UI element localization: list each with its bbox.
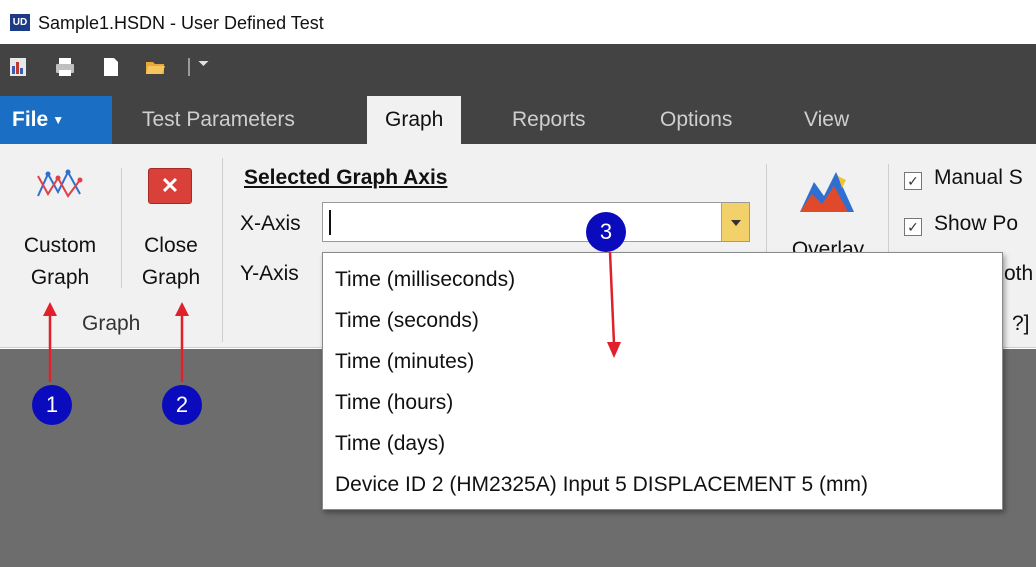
- arrow-1: [43, 302, 57, 382]
- arrow-3: [607, 251, 621, 358]
- annotation-arrows: [43, 251, 621, 382]
- callout-1: 1: [32, 385, 72, 425]
- callout-2: 2: [162, 385, 202, 425]
- arrow-2: [175, 302, 189, 382]
- callout-3: 3: [586, 212, 626, 252]
